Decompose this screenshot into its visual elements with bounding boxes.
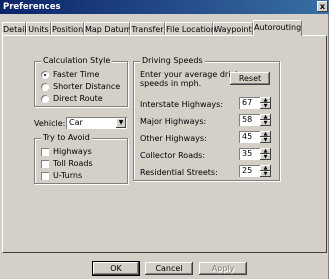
vehicle-value: Car [69,118,83,127]
checkbox-label: U-Turns [53,171,83,180]
checkbox-icon [41,172,49,180]
apply-button[interactable]: Apply [199,262,247,275]
checkbox-label: Toll Roads [53,159,93,168]
window-title: Preferences [3,2,61,12]
ok-button[interactable]: OK [92,261,140,276]
speed-label-other: Other Highways: [140,134,207,143]
tab-waypoint[interactable]: Waypoint [213,22,253,35]
calculation-style-legend: Calculation Style [41,56,113,65]
spin-down-icon[interactable]: ▼ [260,154,271,160]
radio-icon [41,83,49,91]
calculation-style-group: Calculation Style Faster Time Shorter Di… [34,56,128,107]
close-button[interactable]: x [317,1,328,12]
tab-units[interactable]: Units [26,22,51,35]
vehicle-label: Vehicle: [34,119,66,128]
tab-autorouting[interactable]: Autorouting [253,20,302,36]
driving-speeds-legend: Driving Speeds [140,56,205,65]
radio-label: Direct Route [53,94,103,103]
checkbox-icon [41,160,49,168]
tab-position[interactable]: Position [51,22,84,35]
driving-speeds-group: Driving Speeds Enter your average drivin… [133,56,280,181]
radio-icon [41,95,49,103]
speed-label-collector: Collector Roads: [140,151,206,160]
vehicle-select[interactable]: Car ▼ [66,117,127,129]
speed-input[interactable]: 25 [239,165,260,177]
spin-down-icon[interactable]: ▼ [260,137,271,143]
speed-input[interactable]: 35 [239,148,260,160]
spin-down-icon[interactable]: ▼ [260,103,271,109]
spin-down-icon[interactable]: ▼ [260,120,271,126]
cancel-button[interactable]: Cancel [145,262,193,275]
speed-label-interstate: Interstate Highways: [140,100,224,109]
speed-input[interactable]: 45 [239,131,260,143]
preferences-window: Preferences x Detail Units Position Map … [0,0,329,279]
reset-button[interactable]: Reset [230,72,270,85]
title-bar[interactable]: Preferences x [0,0,329,14]
driving-speeds-instruction-2: speeds in mph. [140,79,202,88]
autorouting-panel: Calculation Style Faster Time Shorter Di… [2,35,327,253]
speed-label-major: Major Highways: [140,117,207,126]
checkbox-icon [41,148,49,156]
radio-selected-icon [41,71,49,79]
try-to-avoid-legend: Try to Avoid [41,133,92,142]
try-to-avoid-group: Try to Avoid Highways Toll Roads U-Turns [34,133,128,184]
spin-down-icon[interactable]: ▼ [260,171,271,177]
radio-label: Shorter Distance [53,82,121,91]
radio-label: Faster Time [53,70,100,79]
tab-map-datum[interactable]: Map Datum [84,22,132,35]
tab-file-location[interactable]: File Location [165,22,216,35]
speed-input[interactable]: 58 [239,114,260,126]
tab-detail[interactable]: Detail [2,22,27,35]
speed-label-residential: Residential Streets: [140,168,218,177]
checkbox-label: Highways [53,147,92,156]
speed-input[interactable]: 67 [239,97,260,109]
chevron-down-icon[interactable]: ▼ [116,118,126,128]
tab-transfer[interactable]: Transfer [130,22,165,35]
